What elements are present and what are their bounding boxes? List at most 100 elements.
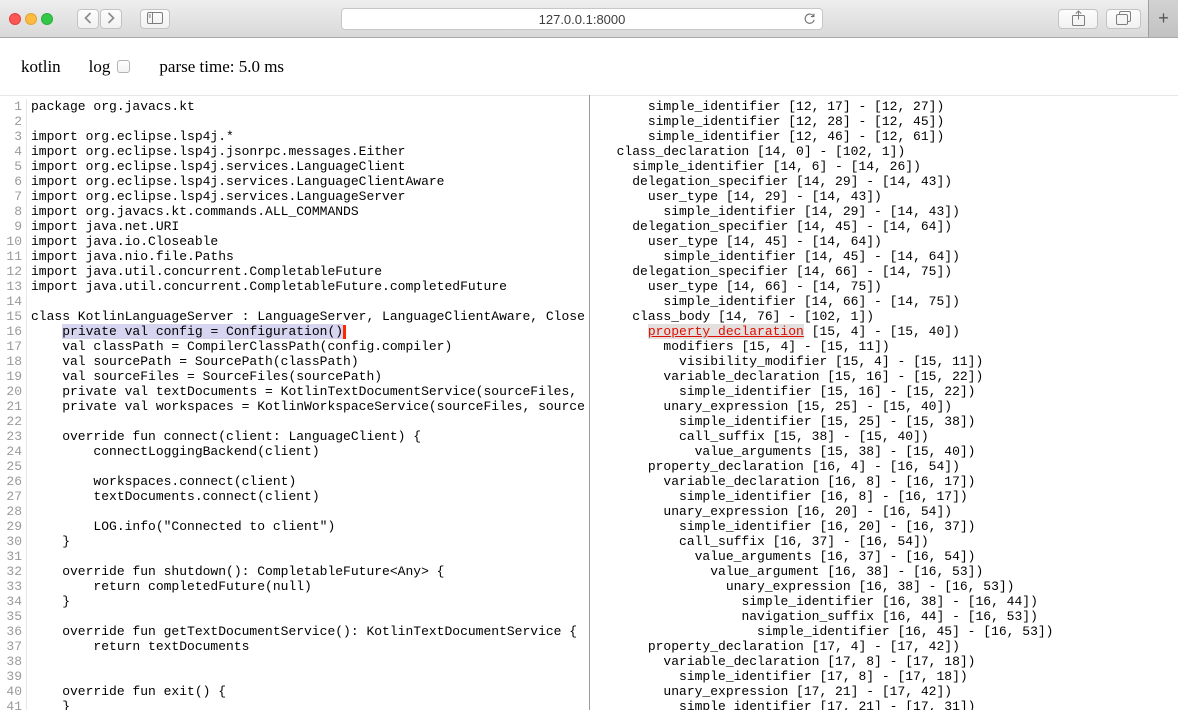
code-line[interactable]: 17 val classPath = CompilerClassPath(con…	[0, 339, 589, 354]
window-minimize-button[interactable]	[25, 13, 37, 25]
tree-node[interactable]: simple_identifier	[679, 699, 812, 710]
tree-node[interactable]: simple_identifier	[679, 384, 812, 399]
tree-node[interactable]: call_suffix	[679, 429, 765, 444]
line-number: 2	[0, 114, 27, 129]
tree-node[interactable]: value_argument	[710, 564, 819, 579]
tree-node[interactable]: unary_expression	[726, 579, 851, 594]
tree-node[interactable]: visibility_modifier	[679, 354, 827, 369]
code-line[interactable]: 11import java.nio.file.Paths	[0, 249, 589, 264]
code-text: return textDocuments	[27, 639, 249, 654]
share-button[interactable]	[1058, 9, 1098, 29]
tree-node[interactable]: navigation_suffix	[741, 609, 874, 624]
code-line[interactable]: 30 }	[0, 534, 589, 549]
code-line[interactable]: 4import org.eclipse.lsp4j.jsonrpc.messag…	[0, 144, 589, 159]
tab-overview-button[interactable]	[1106, 9, 1141, 29]
code-line[interactable]: 16 private val config = Configuration()	[0, 324, 589, 339]
tree-node[interactable]: delegation_specifier	[632, 219, 788, 234]
tree-node[interactable]: modifiers	[663, 339, 733, 354]
tree-node[interactable]: simple_identifier	[741, 594, 874, 609]
tree-node[interactable]: simple_identifier	[632, 159, 765, 174]
code-line[interactable]: 18 val sourcePath = SourcePath(classPath…	[0, 354, 589, 369]
code-line[interactable]: 12import java.util.concurrent.Completabl…	[0, 264, 589, 279]
tree-node[interactable]: variable_declaration	[663, 654, 819, 669]
code-line[interactable]: 8import org.javacs.kt.commands.ALL_COMMA…	[0, 204, 589, 219]
code-line[interactable]: 27 textDocuments.connect(client)	[0, 489, 589, 504]
code-line[interactable]: 29 LOG.info("Connected to client")	[0, 519, 589, 534]
tree-node[interactable]: delegation_specifier	[632, 264, 788, 279]
code-line[interactable]: 26 workspaces.connect(client)	[0, 474, 589, 489]
tree-node[interactable]: simple_identifier	[663, 294, 796, 309]
code-line[interactable]: 38	[0, 654, 589, 669]
tree-node[interactable]: simple_identifier	[679, 489, 812, 504]
code-line[interactable]: 34 }	[0, 594, 589, 609]
code-line[interactable]: 39	[0, 669, 589, 684]
tree-node[interactable]: simple_identifier	[648, 99, 781, 114]
tree-node[interactable]: value_arguments	[695, 444, 812, 459]
sidebar-toggle-button[interactable]	[140, 9, 170, 29]
code-line[interactable]: 7import org.eclipse.lsp4j.services.Langu…	[0, 189, 589, 204]
code-line[interactable]: 33 return completedFuture(null)	[0, 579, 589, 594]
back-button[interactable]	[77, 9, 99, 29]
tree-node[interactable]: property_declaration	[648, 639, 804, 654]
code-line[interactable]: 5import org.eclipse.lsp4j.services.Langu…	[0, 159, 589, 174]
tree-node[interactable]: simple_identifier	[648, 129, 781, 144]
code-line[interactable]: 24 connectLoggingBackend(client)	[0, 444, 589, 459]
tree-node[interactable]: simple_identifier	[757, 624, 890, 639]
tree-node[interactable]: user_type	[648, 279, 718, 294]
address-bar[interactable]: 127.0.0.1:8000	[341, 8, 823, 30]
code-line[interactable]: 40 override fun exit() {	[0, 684, 589, 699]
code-line[interactable]: 14	[0, 294, 589, 309]
tree-node[interactable]: simple_identifier	[663, 249, 796, 264]
tree-node[interactable]: value_arguments	[695, 549, 812, 564]
tree-node[interactable]: simple_identifier	[679, 519, 812, 534]
tree-node[interactable]: property_declaration	[648, 324, 804, 339]
tree-node[interactable]: simple_identifier	[679, 669, 812, 684]
code-line[interactable]: 37 return textDocuments	[0, 639, 589, 654]
code-line[interactable]: 2	[0, 114, 589, 129]
tree-node[interactable]: unary_expression	[663, 399, 788, 414]
parse-tree-pane[interactable]: simple_identifier [12, 17] - [12, 27]) s…	[590, 96, 1178, 710]
code-line[interactable]: 10import java.io.Closeable	[0, 234, 589, 249]
code-line[interactable]: 3import org.eclipse.lsp4j.*	[0, 129, 589, 144]
tree-node[interactable]: unary_expression	[663, 504, 788, 519]
tree-node[interactable]: unary_expression	[663, 684, 788, 699]
tree-node[interactable]: user_type	[648, 234, 718, 249]
forward-button[interactable]	[100, 9, 122, 29]
tree-node[interactable]: call_suffix	[679, 534, 765, 549]
code-line[interactable]: 20 private val textDocuments = KotlinTex…	[0, 384, 589, 399]
line-number: 18	[0, 354, 27, 369]
code-line[interactable]: 35	[0, 609, 589, 624]
window-zoom-button[interactable]	[41, 13, 53, 25]
new-tab-button[interactable]: +	[1148, 0, 1178, 37]
code-line[interactable]: 36 override fun getTextDocumentService()…	[0, 624, 589, 639]
code-line[interactable]: 28	[0, 504, 589, 519]
code-text: LOG.info("Connected to client")	[27, 519, 335, 534]
tree-node[interactable]: simple_identifier	[679, 414, 812, 429]
code-editor[interactable]: 1package org.javacs.kt23import org.eclip…	[0, 96, 589, 710]
code-line[interactable]: 15class KotlinLanguageServer : LanguageS…	[0, 309, 589, 324]
code-line[interactable]: 41 }	[0, 699, 589, 710]
tree-node[interactable]: property_declaration	[648, 459, 804, 474]
code-line[interactable]: 32 override fun shutdown(): CompletableF…	[0, 564, 589, 579]
reload-icon[interactable]	[803, 13, 816, 26]
tree-node[interactable]: user_type	[648, 189, 718, 204]
tree-node[interactable]: variable_declaration	[663, 369, 819, 384]
tree-node[interactable]: delegation_specifier	[632, 174, 788, 189]
log-checkbox[interactable]	[117, 60, 130, 73]
code-line[interactable]: 21 private val workspaces = KotlinWorksp…	[0, 399, 589, 414]
code-line[interactable]: 19 val sourceFiles = SourceFiles(sourceP…	[0, 369, 589, 384]
tree-node[interactable]: variable_declaration	[663, 474, 819, 489]
tree-node[interactable]: simple_identifier	[648, 114, 781, 129]
code-line[interactable]: 6import org.eclipse.lsp4j.services.Langu…	[0, 174, 589, 189]
code-line[interactable]: 25	[0, 459, 589, 474]
code-line[interactable]: 13import java.util.concurrent.Completabl…	[0, 279, 589, 294]
code-line[interactable]: 31	[0, 549, 589, 564]
code-line[interactable]: 9import java.net.URI	[0, 219, 589, 234]
tree-node[interactable]: simple_identifier	[663, 204, 796, 219]
tree-node[interactable]: class_declaration	[617, 144, 750, 159]
code-line[interactable]: 22	[0, 414, 589, 429]
window-close-button[interactable]	[9, 13, 21, 25]
tree-node[interactable]: class_body	[632, 309, 710, 324]
code-line[interactable]: 1package org.javacs.kt	[0, 99, 589, 114]
code-line[interactable]: 23 override fun connect(client: Language…	[0, 429, 589, 444]
